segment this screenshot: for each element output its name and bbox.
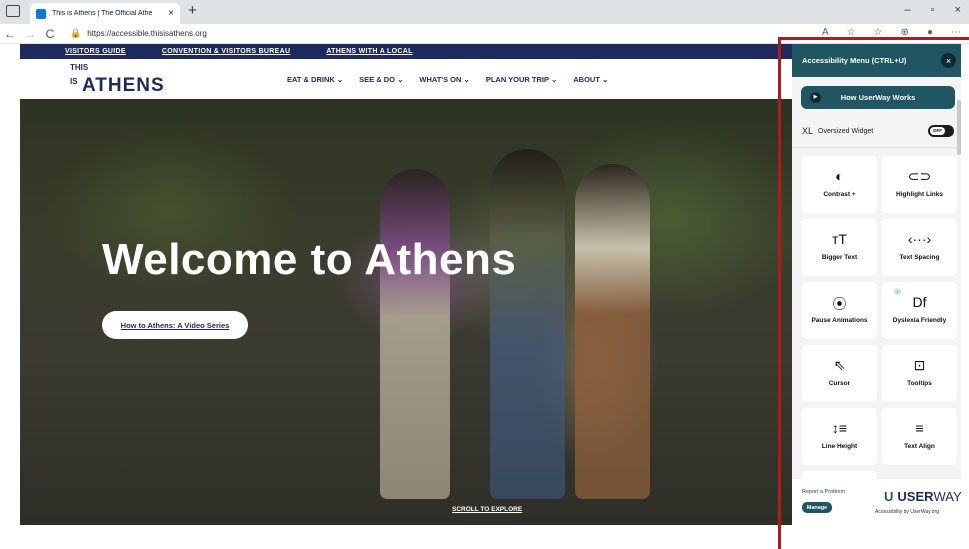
tooltip-icon: ⊡: [913, 357, 926, 373]
favicon-icon: [36, 8, 46, 19]
highlight-border: [778, 37, 969, 40]
report-problem-link[interactable]: Report a Problem: [802, 489, 845, 495]
text-spacing-card[interactable]: ‹···› Text Spacing: [882, 219, 957, 276]
menu-eat-drink[interactable]: EAT & DRINK ⌄: [287, 75, 343, 84]
browser-tab-bar: This is Athens | The Official Athe × + –…: [0, 0, 969, 24]
pause-animations-card[interactable]: ⦿ Pause Animations: [802, 282, 877, 339]
divider: [792, 147, 961, 148]
text-spacing-icon: ‹···›: [907, 231, 932, 247]
visitors-guide-link[interactable]: VISITORS GUIDE: [65, 48, 126, 55]
text-align-card[interactable]: ≡ Text Align: [882, 408, 957, 465]
forward-icon[interactable]: →: [20, 27, 40, 41]
cursor-card[interactable]: ⇖ Cursor: [802, 345, 877, 402]
back-icon[interactable]: ←: [0, 27, 20, 41]
oversized-widget-toggle[interactable]: OFF: [928, 125, 954, 137]
text-spacing-label: Text Spacing: [899, 254, 940, 261]
screen: This is Athens | The Official Athe × + –…: [0, 0, 969, 549]
line-height-label: Line Height: [821, 443, 858, 450]
contrast-label: Contrast +: [823, 191, 856, 198]
contrast-card[interactable]: ◐ Contrast +: [802, 156, 877, 213]
accessibility-panel-header: Accessibility Menu (CTRL+U) ×: [792, 44, 961, 77]
athens-with-local-link[interactable]: ATHENS WITH A LOCAL: [326, 48, 412, 55]
userway-u-icon: U: [884, 489, 894, 504]
manage-button[interactable]: Manage: [802, 502, 832, 513]
bigger-text-icon: тT: [832, 231, 847, 247]
tooltips-card[interactable]: ⊡ Tooltips: [882, 345, 957, 402]
close-window-icon[interactable]: ×: [955, 4, 961, 16]
link-icon: ⊂⊃: [907, 168, 932, 184]
menu-plan-trip[interactable]: PLAN YOUR TRIP ⌄: [486, 75, 557, 84]
tab-close-icon[interactable]: ×: [168, 8, 174, 19]
window-menu-icon[interactable]: [6, 5, 20, 17]
address-bar-row: ← → C 🔒 https://accessible.thisisathens.…: [0, 24, 969, 44]
menu-see-do[interactable]: SEE & DO ⌄: [359, 75, 403, 84]
how-userway-works-button[interactable]: ▶ How UserWay Works: [801, 86, 955, 109]
line-height-icon: ↕≡: [831, 420, 848, 436]
highlight-links-label: Highlight Links: [896, 191, 943, 198]
logo-athens: ATHENS: [82, 75, 165, 96]
close-panel-button[interactable]: ×: [941, 53, 956, 68]
pause-animations-icon: ⦿: [832, 296, 847, 312]
browser-tab[interactable]: This is Athens | The Official Athe ×: [30, 3, 180, 24]
hero-banner: Welcome to Athens How to Athens: A Video…: [20, 99, 795, 525]
toggle-state: OFF: [930, 127, 945, 135]
menu-about[interactable]: ABOUT ⌄: [573, 75, 608, 84]
menu-whats-on[interactable]: WHAT'S ON ⌄: [419, 75, 469, 84]
accessibility-by-text: Accessibility by UserWay.org: [875, 509, 939, 515]
accessibility-panel-title: Accessibility Menu (CTRL+U): [802, 56, 907, 65]
panel-scrollbar[interactable]: [957, 100, 961, 155]
highlight-border: [778, 37, 781, 549]
tab-title: This is Athens | The Official Athe: [52, 10, 153, 17]
xl-icon: XL: [802, 126, 814, 136]
cursor-label: Cursor: [828, 380, 851, 387]
cursor-icon: ⇖: [833, 357, 846, 373]
pause-animations-label: Pause Animations: [811, 317, 868, 324]
restore-icon[interactable]: ▫: [931, 4, 935, 16]
highlight-links-card[interactable]: ⊂⊃ Highlight Links: [882, 156, 957, 213]
oversized-widget-label: Oversized Widget: [818, 127, 874, 135]
bigger-text-label: Bigger Text: [821, 254, 858, 261]
dyslexia-friendly-card[interactable]: i Df Dyslexia Friendly: [882, 282, 957, 339]
website: VISITORS GUIDE CONVENTION & VISITORS BUR…: [20, 44, 795, 525]
line-height-card[interactable]: ↕≡ Line Height: [802, 408, 877, 465]
logo-is: IS: [70, 77, 78, 86]
tooltips-label: Tooltips: [907, 380, 932, 387]
hero-photo-person: [490, 149, 565, 499]
window-controls: – ▫ ×: [905, 4, 961, 16]
oversized-widget-row: XL Oversized Widget OFF: [802, 124, 954, 138]
convention-bureau-link[interactable]: CONVENTION & VISITORS BUREAU: [162, 48, 290, 55]
main-menu: EAT & DRINK ⌄ SEE & DO ⌄ WHAT'S ON ⌄ PLA…: [287, 75, 608, 84]
text-align-label: Text Align: [904, 443, 935, 450]
scroll-to-explore-link[interactable]: SCROLL TO EXPLORE: [452, 506, 522, 513]
top-links-bar: VISITORS GUIDE CONVENTION & VISITORS BUR…: [20, 44, 795, 59]
hero-title: Welcome to Athens: [102, 235, 517, 284]
minimize-icon[interactable]: –: [905, 4, 911, 16]
userway-logo[interactable]: U USERWAY: [884, 489, 962, 504]
play-icon: ▶: [810, 92, 821, 103]
how-userway-works-label: How UserWay Works: [840, 93, 916, 102]
hero-photo-person: [575, 164, 650, 499]
site-logo[interactable]: THIS IS ATHENS: [70, 63, 164, 97]
url-field[interactable]: https://accessible.thisisathens.org: [87, 29, 207, 38]
lock-icon[interactable]: 🔒: [70, 28, 81, 39]
brand-user: USER: [897, 489, 934, 504]
text-align-icon: ≡: [915, 420, 924, 436]
new-tab-button[interactable]: +: [188, 2, 197, 19]
bigger-text-card[interactable]: тT Bigger Text: [802, 219, 877, 276]
main-navbar: THIS IS ATHENS EAT & DRINK ⌄ SEE & DO ⌄ …: [20, 59, 795, 99]
video-series-button[interactable]: How to Athens: A Video Series: [102, 311, 248, 339]
brand-way: WAY: [933, 489, 962, 504]
dyslexia-font-icon: Df: [912, 294, 927, 310]
panel-footer: Report a Problem Manage U USERWAY Accessi…: [792, 479, 962, 528]
logo-this: THIS: [70, 63, 89, 72]
contrast-icon: ◐: [835, 168, 844, 184]
hero-photo-person: [380, 169, 450, 499]
reload-icon[interactable]: C: [40, 27, 60, 41]
accessibility-panel: Accessibility Menu (CTRL+U) × ▶ How User…: [792, 44, 962, 528]
dyslexia-friendly-label: Dyslexia Friendly: [892, 317, 947, 324]
